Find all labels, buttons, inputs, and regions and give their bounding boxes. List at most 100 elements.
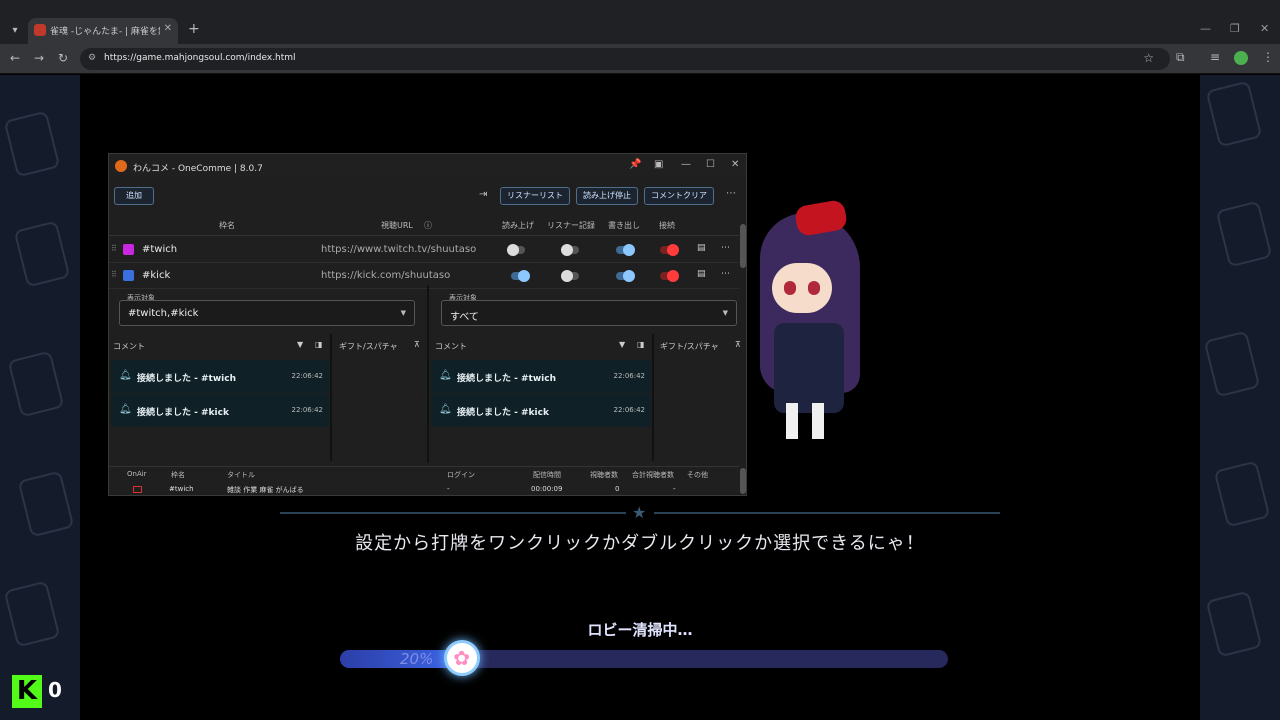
stats-title: 雑談 作業 麻雀 がんばる (227, 486, 304, 494)
stats-total-viewers: - (673, 485, 676, 493)
bell-icon: 🔔︎ (439, 404, 452, 415)
col-duration: 配信時間 (533, 471, 561, 479)
comment-icon[interactable]: ▤ (697, 269, 706, 279)
extensions-icon[interactable]: ⧉ (1176, 50, 1185, 65)
comment-item[interactable]: 🔔︎ 接続しました - #kick 22:06:42 (111, 394, 329, 427)
stream-stats-row[interactable]: #twich 雑談 作業 麻雀 がんばる - 00:00:09 0 - (109, 484, 739, 497)
maximize-icon[interactable]: ☐ (706, 159, 715, 170)
connection-name[interactable]: #kick (142, 270, 170, 281)
tip-divider-right (654, 512, 1000, 514)
media-icon[interactable]: ≡ (1210, 50, 1220, 64)
character-face (772, 263, 832, 313)
filter-icon[interactable]: ▼ (619, 340, 625, 358)
star-ornament-icon: ★ (632, 503, 647, 522)
comment-text: 接続しました - #kick (457, 408, 549, 418)
character-body (774, 323, 844, 413)
left-target-select[interactable]: #twitch,#kick ▼ (119, 300, 415, 326)
pane-column-divider[interactable] (330, 334, 332, 461)
star-icon[interactable]: ☆ (1143, 51, 1154, 65)
character-illustration (750, 198, 870, 443)
more-options-icon[interactable]: ⋯ (726, 188, 736, 199)
back-icon[interactable]: ← (10, 51, 20, 65)
connection-url[interactable]: https://www.twitch.tv/shuutaso (321, 244, 476, 255)
login-icon[interactable]: ⇥ (479, 189, 487, 200)
mahjong-tile-decoration (1205, 80, 1263, 148)
col-viewers: 視聴者数 (590, 471, 618, 479)
browser-tab[interactable]: 雀魂 -じゃんたま- | 麻雀を無料で楽しもう ✕ (28, 18, 178, 44)
url-text[interactable]: https://game.mahjongsoul.com/index.html (104, 53, 296, 63)
comment-text: 接続しました - #twich (457, 374, 556, 384)
help-icon[interactable]: ⓘ (424, 220, 432, 231)
tab-dropdown-icon[interactable]: ▾ (6, 22, 24, 40)
filter-icon[interactable]: ▼ (297, 340, 303, 358)
omnibox[interactable]: ⚙ https://game.mahjongsoul.com/index.htm… (80, 48, 1170, 70)
stats-scrollbar[interactable] (740, 468, 746, 494)
pin-icon[interactable]: 📌 (629, 159, 641, 170)
close-icon[interactable]: ✕ (731, 159, 739, 170)
onecomme-title: わんコメ - OneComme | 8.0.7 (133, 164, 263, 174)
right-target-select[interactable]: すべて ▼ (441, 300, 737, 326)
row-more-icon[interactable]: ⋯ (721, 243, 730, 253)
row-more-icon[interactable]: ⋯ (721, 269, 730, 279)
right-comment-column-label: コメント (435, 342, 467, 351)
comment-item[interactable]: 🔔︎ 接続しました - #twich 22:06:42 (431, 360, 651, 393)
connection-row[interactable]: ⠿ #kick https://kick.com/shuutaso ▤ ⋯ (109, 263, 739, 289)
column-toggle-icon[interactable]: ◨ (315, 340, 323, 358)
connection-scrollbar[interactable] (740, 224, 746, 268)
col-view-url: 視聴URL (381, 221, 413, 230)
close-tab-icon[interactable]: ✕ (164, 23, 172, 34)
connection-name[interactable]: #twich (142, 244, 177, 255)
pane-splitter[interactable] (427, 285, 429, 463)
comment-item[interactable]: 🔔︎ 接続しました - #kick 22:06:42 (431, 394, 651, 427)
pip-icon[interactable]: ▣ (654, 159, 663, 170)
connection-url[interactable]: https://kick.com/shuutaso (321, 270, 450, 281)
reload-icon[interactable]: ↻ (58, 51, 68, 65)
collapse-icon[interactable]: ⊼ (414, 340, 420, 358)
loading-tip-text: 設定から打牌をワンクリックかダブルクリックか選択できるにゃ！ (355, 533, 925, 554)
connect-toggle[interactable] (660, 270, 679, 282)
connection-table-header: 枠名 視聴URL ⓘ 読み上げ リスナー記録 書き出し 接続 (109, 214, 739, 236)
listener-log-toggle[interactable] (561, 270, 579, 282)
restore-window-icon[interactable]: ❐ (1230, 22, 1240, 35)
export-toggle[interactable] (616, 244, 635, 256)
drag-handle-icon[interactable]: ⠿ (111, 270, 117, 279)
site-info-icon[interactable]: ⚙ (88, 53, 96, 63)
character-leg (786, 403, 798, 439)
loading-status-text: ロビー清掃中… (587, 621, 693, 639)
forward-icon[interactable]: → (34, 51, 44, 65)
profile-icon[interactable] (1234, 51, 1248, 65)
pane-column-divider[interactable] (652, 334, 654, 461)
menu-icon[interactable]: ⋮ (1262, 50, 1274, 64)
comment-item[interactable]: 🔔︎ 接続しました - #twich 22:06:42 (111, 360, 329, 393)
clear-comments-button[interactable]: コメントクリア (644, 187, 714, 205)
drag-handle-icon[interactable]: ⠿ (111, 244, 117, 253)
comment-text: 接続しました - #twich (137, 374, 236, 384)
mahjong-tile-decoration (17, 470, 75, 538)
comment-text: 接続しました - #kick (137, 408, 229, 418)
onecomme-titlebar[interactable]: わんコメ - OneComme | 8.0.7 📌 ▣ — ☐ ✕ (109, 154, 746, 178)
stop-reading-button[interactable]: 読み上げ停止 (576, 187, 638, 205)
chevron-down-icon: ▼ (400, 309, 406, 317)
minimize-icon[interactable]: — (681, 159, 691, 170)
add-button[interactable]: 追加 (114, 187, 154, 205)
character-leg (812, 403, 824, 439)
comment-icon[interactable]: ▤ (697, 243, 706, 253)
close-window-icon[interactable]: ✕ (1260, 22, 1269, 35)
new-tab-button[interactable]: + (188, 21, 200, 37)
connect-toggle[interactable] (660, 244, 679, 256)
frame-color-swatch[interactable] (123, 270, 134, 281)
frame-color-swatch[interactable] (123, 244, 134, 255)
minimize-window-icon[interactable]: — (1200, 22, 1211, 35)
export-toggle[interactable] (616, 270, 635, 282)
onecomme-logo-icon (115, 160, 127, 172)
listener-log-toggle[interactable] (561, 244, 579, 256)
read-aloud-toggle[interactable] (511, 270, 530, 282)
column-toggle-icon[interactable]: ◨ (637, 340, 645, 358)
read-aloud-toggle[interactable] (507, 244, 525, 256)
collapse-icon[interactable]: ⊼ (735, 340, 741, 358)
connection-row[interactable]: ⠿ #twich https://www.twitch.tv/shuutaso … (109, 237, 739, 263)
listener-list-button[interactable]: リスナーリスト (500, 187, 570, 205)
kick-viewer-count: 0 (48, 678, 62, 702)
col-frame-name: 枠名 (219, 221, 235, 230)
favicon-icon (34, 24, 46, 36)
